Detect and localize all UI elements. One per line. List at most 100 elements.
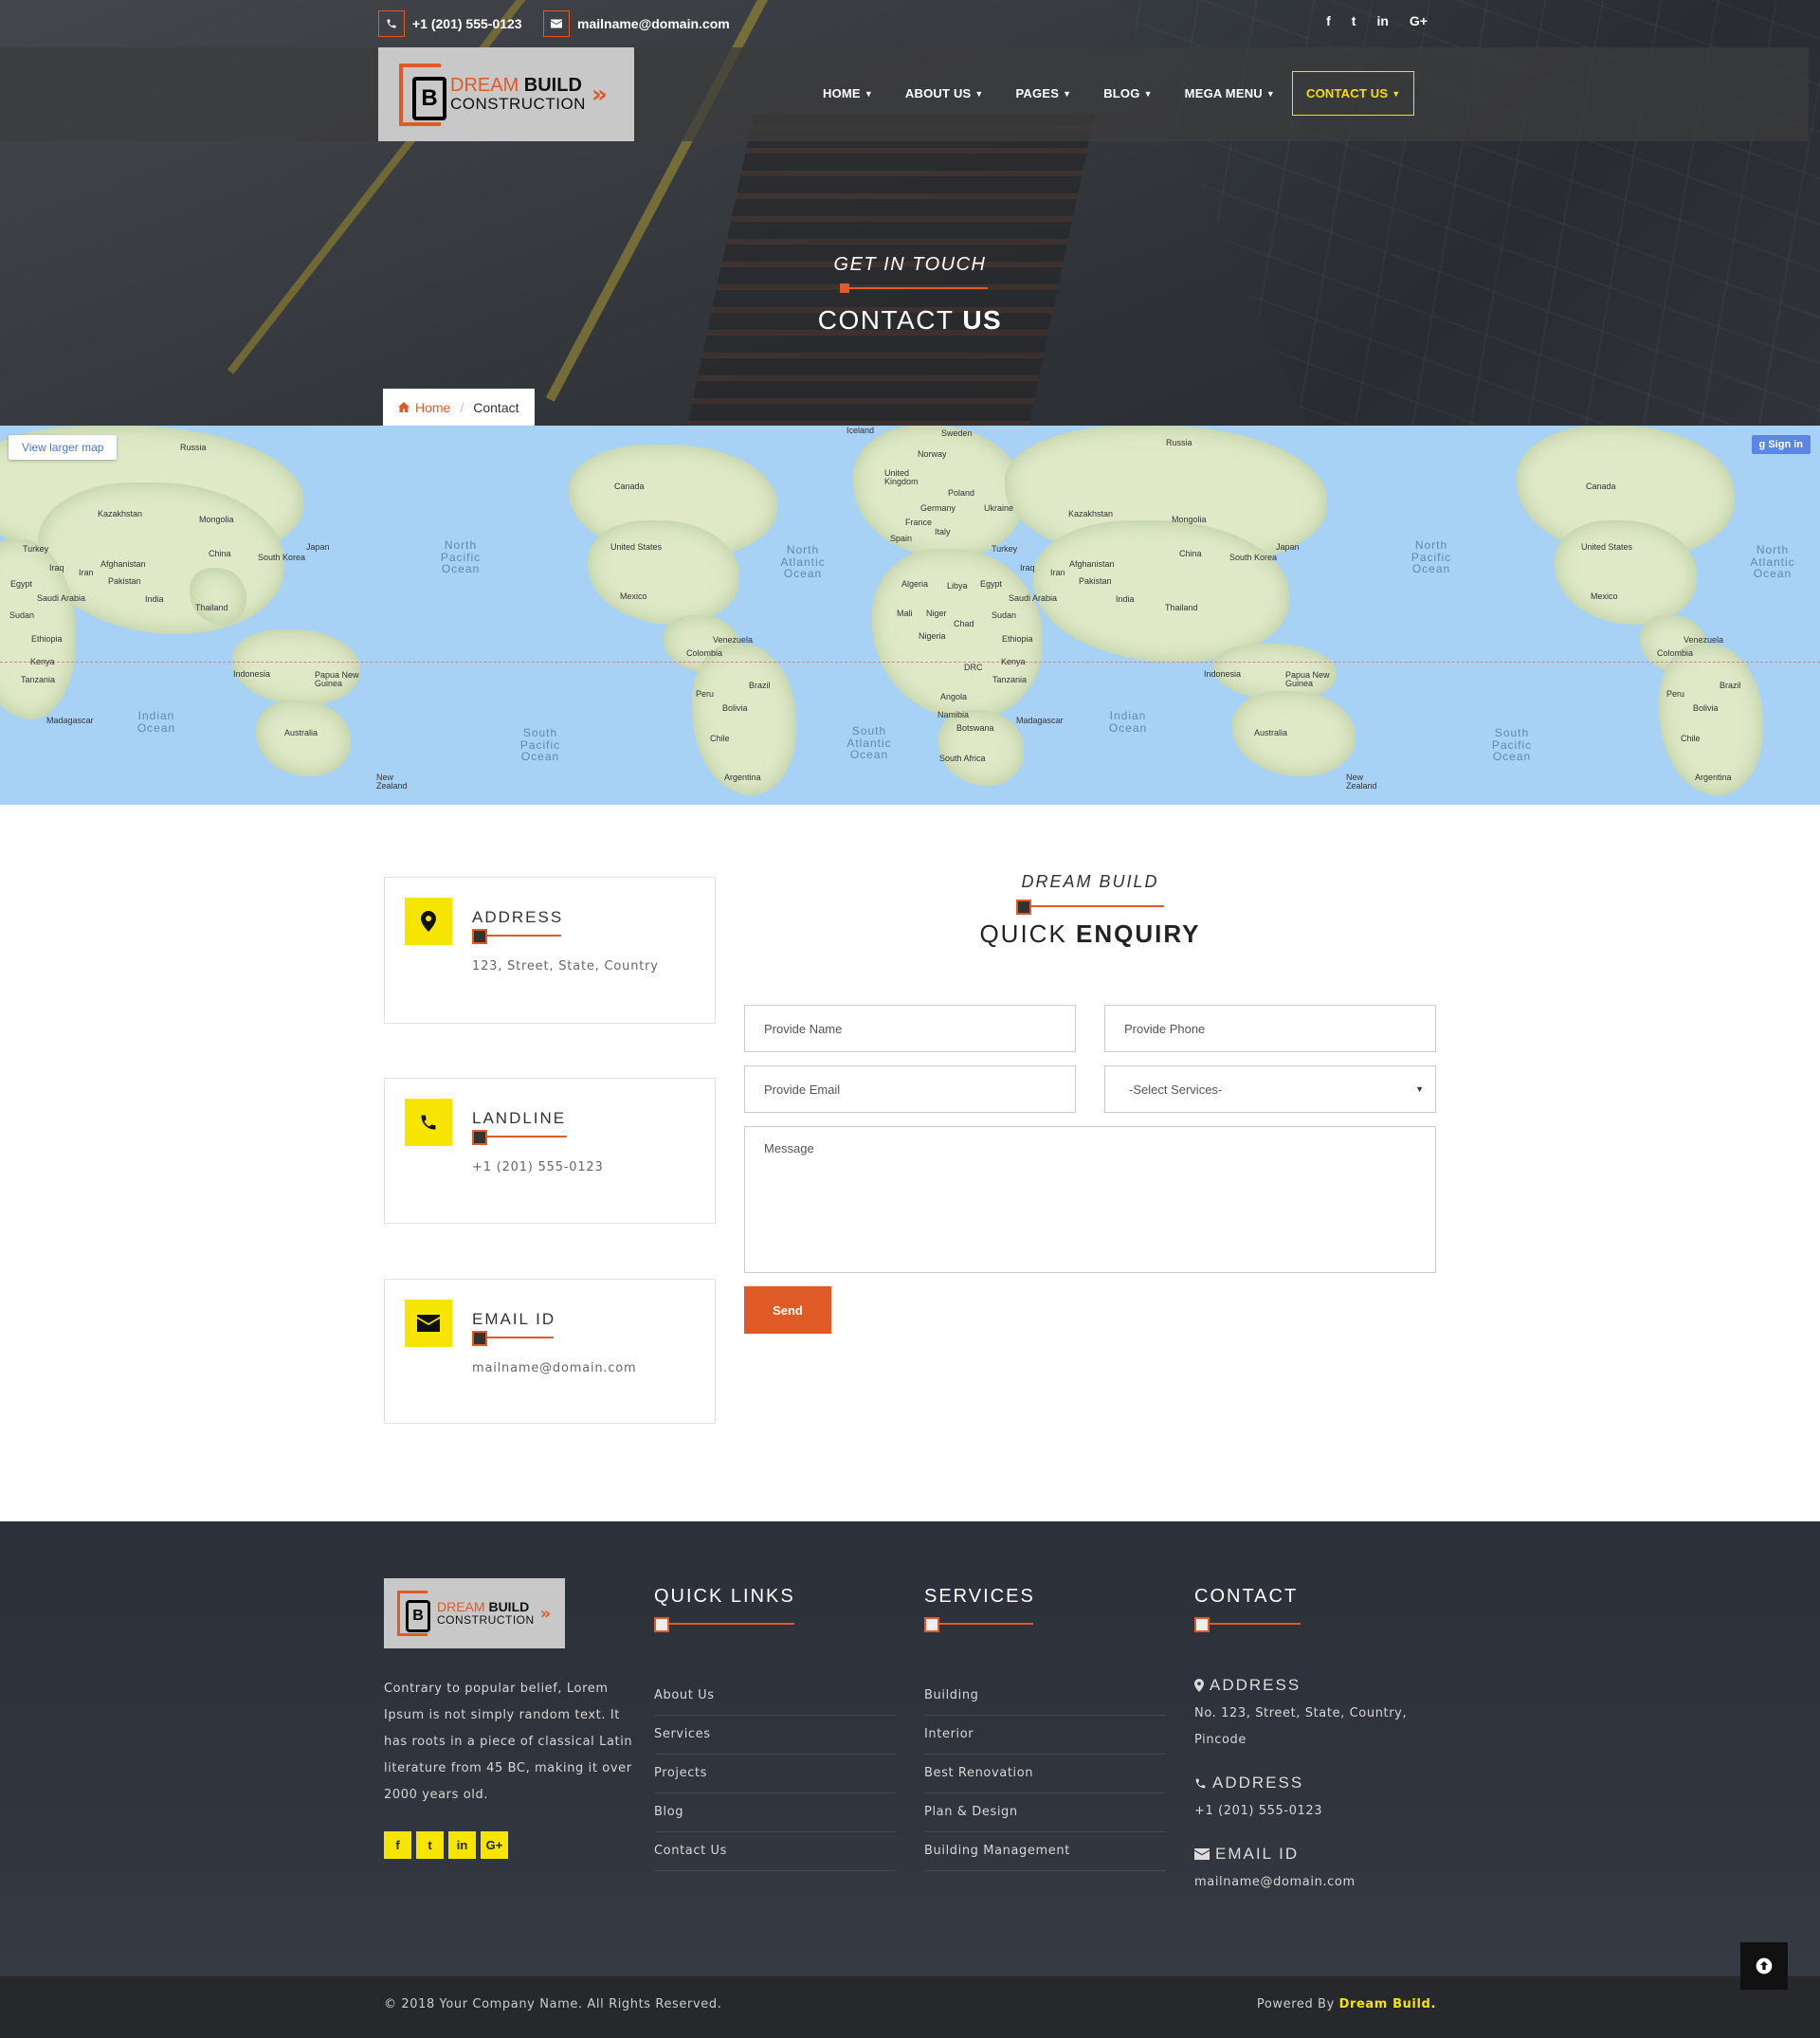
top-bar: +1 (201) 555-0123 mailname@domain.com f … xyxy=(0,0,1820,47)
scroll-to-top-button[interactable] xyxy=(1740,1942,1788,1990)
phone-icon xyxy=(1195,1778,1206,1788)
hero-divider xyxy=(840,283,988,293)
envelope-icon xyxy=(405,1300,452,1347)
phone-icon xyxy=(378,10,405,37)
nav-item-pages[interactable]: PAGES ▼ xyxy=(1016,86,1072,100)
email-input[interactable] xyxy=(764,1082,1056,1097)
footer-service-item[interactable]: Interior xyxy=(924,1716,1166,1755)
nav-item-contact[interactable]: CONTACT US ▼ xyxy=(1292,71,1415,116)
footer-link-about[interactable]: About Us xyxy=(654,1677,896,1716)
breadcrumb-home[interactable]: Home xyxy=(398,400,450,415)
card-title: LANDLINE xyxy=(472,1109,567,1127)
enquiry-divider xyxy=(1016,900,1164,915)
footer-link-projects[interactable]: Projects xyxy=(654,1755,896,1793)
footer-service-item[interactable]: Best Renovation xyxy=(924,1755,1166,1793)
footer-email-value: mailname@domain.com xyxy=(1194,1875,1356,1889)
services-list: Building Interior Best Renovation Plan &… xyxy=(924,1677,1166,1871)
logo-arrow-icon: » xyxy=(539,1603,552,1624)
phone-icon xyxy=(405,1099,452,1146)
card-value: mailname@domain.com xyxy=(472,1361,637,1375)
footer-address-label: ADDRESS xyxy=(1194,1676,1301,1695)
caret-down-icon: ▼ xyxy=(1415,1084,1424,1094)
footer-phone-label: ADDRESS xyxy=(1194,1774,1303,1792)
footer-link-services[interactable]: Services xyxy=(654,1716,896,1755)
chevron-down-icon: ▼ xyxy=(1143,88,1153,99)
nav-item-about[interactable]: ABOUT US ▼ xyxy=(905,86,984,100)
name-input[interactable] xyxy=(764,1021,1056,1036)
phone-input[interactable] xyxy=(1124,1021,1416,1036)
logo-mark-icon: B xyxy=(399,63,446,126)
footer-email-label: EMAIL ID xyxy=(1194,1845,1299,1864)
logo-mark-icon: B xyxy=(397,1591,430,1636)
enquiry-subtitle: DREAM BUILD xyxy=(1021,872,1159,891)
page-title: CONTACT US xyxy=(817,305,1003,335)
email-field[interactable] xyxy=(744,1065,1076,1113)
envelope-icon xyxy=(543,10,570,37)
footer-logo[interactable]: B DREAM BUILD CONSTRUCTION » xyxy=(384,1578,565,1648)
quick-links-list: About Us Services Projects Blog Contact … xyxy=(654,1677,896,1871)
topbar-phone[interactable]: +1 (201) 555-0123 xyxy=(378,10,522,37)
logo-arrow-icon: » xyxy=(591,80,608,109)
arrow-up-circle-icon xyxy=(1756,1957,1773,1974)
card-title: EMAIL ID xyxy=(472,1310,556,1328)
send-button[interactable]: Send xyxy=(744,1286,831,1334)
facebook-icon[interactable]: f xyxy=(384,1831,411,1859)
world-map[interactable]: Russia Kazakhstan Mongolia China Japan S… xyxy=(0,426,1820,805)
quick-links-title: QUICK LINKS xyxy=(654,1586,795,1607)
chevron-down-icon: ▼ xyxy=(1392,88,1401,99)
google-icon: g xyxy=(1758,439,1769,450)
hero-subtitle: GET IN TOUCH xyxy=(833,254,987,275)
twitter-icon[interactable]: t xyxy=(1352,13,1356,28)
breadcrumb: Home / Contact xyxy=(383,389,535,426)
chevron-down-icon: ▼ xyxy=(1063,88,1072,99)
nav-item-blog[interactable]: BLOG ▼ xyxy=(1103,86,1152,100)
services-select[interactable]: -Select Services- ▼ xyxy=(1104,1065,1436,1113)
address-card: ADDRESS 123, Street, State, Country xyxy=(384,877,716,1024)
copyright-text: © 2018 Your Company Name. All Rights Res… xyxy=(384,1997,722,2011)
powered-by-brand-link[interactable]: Dream Build. xyxy=(1339,1997,1436,2011)
linkedin-icon[interactable]: in xyxy=(448,1831,476,1859)
linkedin-icon[interactable]: in xyxy=(1376,13,1388,28)
topbar-social: f t in G+ xyxy=(1326,13,1428,28)
breadcrumb-current: Contact xyxy=(473,399,519,415)
footer-address-value: No. 123, Street, State, Country, Pincode xyxy=(1194,1706,1408,1747)
envelope-icon xyxy=(1194,1848,1210,1860)
enquiry-title: QUICK ENQUIRY xyxy=(979,919,1201,948)
nav-menu: HOME ▼ ABOUT US ▼ PAGES ▼ BLOG ▼ MEGA MENU ▼ … xyxy=(823,71,1415,116)
map-marker-icon xyxy=(405,898,452,945)
twitter-icon[interactable]: t xyxy=(416,1831,444,1859)
nav-item-mega-menu[interactable]: MEGA MENU ▼ xyxy=(1185,86,1275,100)
map-marker-icon xyxy=(1194,1679,1204,1692)
facebook-icon[interactable]: f xyxy=(1326,13,1331,28)
card-value: +1 (201) 555-0123 xyxy=(472,1160,604,1174)
page: +1 (201) 555-0123 mailname@domain.com f … xyxy=(0,0,1820,2038)
chevron-down-icon: ▼ xyxy=(1265,88,1275,99)
name-field[interactable] xyxy=(744,1005,1076,1052)
landline-card: LANDLINE +1 (201) 555-0123 xyxy=(384,1078,716,1224)
footer-social: f t in G+ xyxy=(384,1831,508,1859)
map-sign-in-button[interactable]: g Sign in xyxy=(1751,435,1811,454)
footer-service-item[interactable]: Building xyxy=(924,1677,1166,1716)
footer-service-item[interactable]: Plan & Design xyxy=(924,1793,1166,1832)
home-icon xyxy=(398,402,410,412)
footer-service-item[interactable]: Building Management xyxy=(924,1832,1166,1871)
footer xyxy=(0,1521,1820,1976)
chevron-down-icon: ▼ xyxy=(864,88,873,99)
card-value: 123, Street, State, Country xyxy=(472,959,659,974)
google-plus-icon[interactable]: G+ xyxy=(481,1831,508,1859)
bottom-bar xyxy=(0,1976,1820,2038)
powered-by: Powered By Dream Build. xyxy=(1256,1997,1436,2011)
google-plus-icon[interactable]: G+ xyxy=(1410,13,1428,28)
site-logo[interactable]: B DREAM BUILD CONSTRUCTION » xyxy=(378,47,634,141)
topbar-email[interactable]: mailname@domain.com xyxy=(543,10,730,37)
footer-link-blog[interactable]: Blog xyxy=(654,1793,896,1832)
message-textarea[interactable]: Message xyxy=(744,1126,1436,1273)
footer-phone-value: +1 (201) 555-0123 xyxy=(1194,1804,1323,1818)
footer-about-text: Contrary to popular belief, Lorem Ipsum … xyxy=(384,1682,633,1802)
view-larger-map-link[interactable]: View larger map xyxy=(9,435,118,460)
phone-field[interactable] xyxy=(1104,1005,1436,1052)
email-card: EMAIL ID mailname@domain.com xyxy=(384,1279,716,1424)
footer-link-contact[interactable]: Contact Us xyxy=(654,1832,896,1871)
nav-item-home[interactable]: HOME ▼ xyxy=(823,86,873,100)
card-title: ADDRESS xyxy=(472,908,564,926)
